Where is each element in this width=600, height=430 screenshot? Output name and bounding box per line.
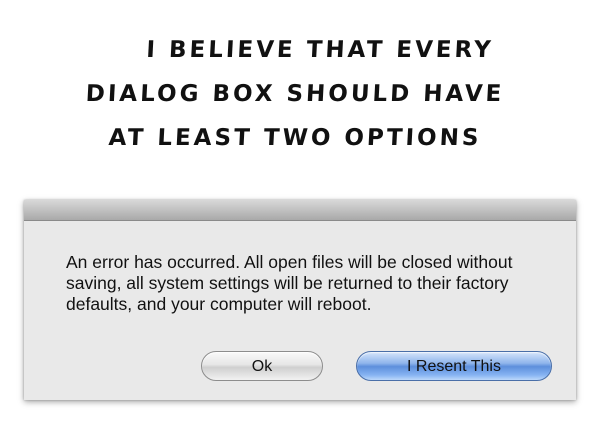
caption-line-1: I believe that every [145,37,495,63]
error-dialog: An error has occurred. All open files wi… [24,200,576,400]
dialog-titlebar[interactable] [24,200,576,221]
caption-line-2: dialog box should have [85,81,505,107]
comic-panel: I believe that every dialog box should h… [0,0,600,430]
caption-line-3: at least two options [107,125,483,151]
resent-button[interactable]: I Resent This [356,351,552,381]
dialog-message: An error has occurred. All open files wi… [66,252,513,314]
comic-caption: I believe that every dialog box should h… [0,28,600,160]
ok-button[interactable]: Ok [201,351,323,381]
